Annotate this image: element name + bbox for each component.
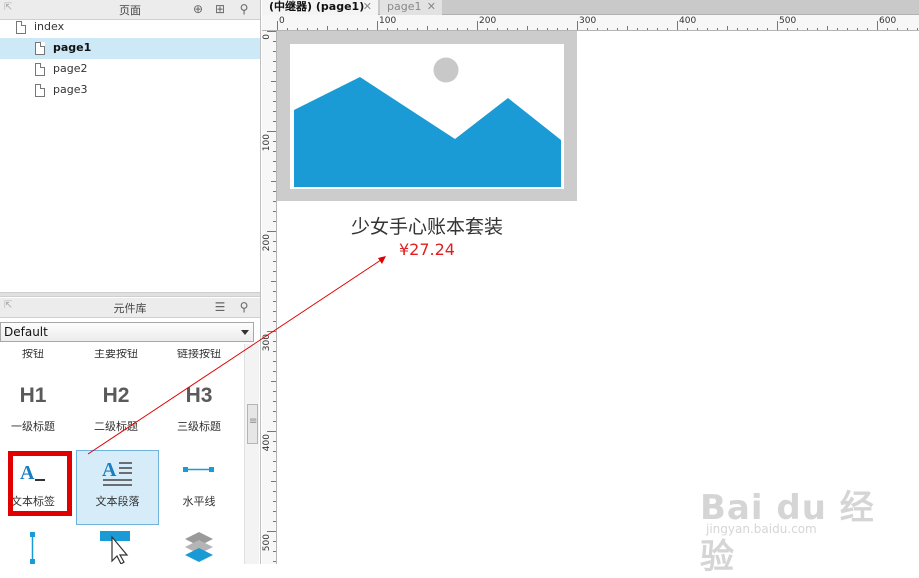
tab-label: (中继器) (page1) (269, 0, 365, 13)
widget-label: 主要按钮 (94, 349, 138, 360)
image-placeholder[interactable] (277, 31, 577, 201)
watermark-url: jingyan.baidu.com (706, 522, 817, 536)
widget-label: 一级标题 (11, 420, 55, 433)
widget-h1[interactable]: H1 一级标题 (0, 376, 74, 451)
library-panel-header: ⇱ 元件库 ☰ ⚲ (0, 298, 260, 318)
h2-icon: H2 (102, 384, 130, 407)
widget-button[interactable]: 按钮 (0, 349, 74, 363)
close-icon[interactable]: ✕ (363, 0, 372, 13)
product-title[interactable]: 少女手心账本套装 (277, 212, 577, 239)
ruler-label: 300 (262, 334, 272, 352)
search-icon[interactable]: ⚲ (236, 299, 252, 315)
widget-label: 三级标题 (177, 420, 221, 433)
widget-horizontal-line[interactable]: 水平线 (158, 451, 240, 526)
library-select-value: Default (4, 325, 48, 339)
ruler-label: 500 (262, 534, 272, 552)
widget-label: 链接按钮 (177, 349, 221, 360)
scrollbar-thumb[interactable] (247, 404, 258, 444)
layers-icon (185, 532, 213, 562)
tab-page1[interactable]: page1 ✕ (380, 0, 442, 15)
ruler-label: 500 (779, 16, 797, 26)
tree-item-label: index (34, 20, 65, 33)
library-scrollbar[interactable] (244, 344, 259, 564)
watermark: Bai du 经验 jingyan.baidu.com (700, 460, 900, 577)
ruler-label: 300 (579, 16, 597, 26)
widget-link-button[interactable]: 链接按钮 (158, 349, 240, 363)
panel-splitter[interactable] (0, 292, 260, 297)
add-folder-icon[interactable]: ⊞ (212, 1, 228, 17)
svg-text:A: A (102, 459, 117, 481)
tree-item-label: page2 (53, 62, 88, 75)
widget-h2[interactable]: H2 二级标题 (75, 376, 157, 451)
widget-dynamic-panel[interactable] (158, 526, 240, 564)
image-content (290, 44, 564, 189)
tree-item-label: page3 (53, 83, 88, 96)
widget-label: 二级标题 (94, 420, 138, 433)
page-icon (35, 63, 45, 76)
highlight-box (8, 451, 72, 516)
tree-item-label: page1 (53, 41, 92, 54)
tab-label: page1 (387, 0, 422, 13)
close-icon[interactable]: ✕ (427, 0, 436, 13)
widget-label: 文本段落 (95, 495, 140, 508)
widget-h3[interactable]: H3 三级标题 (158, 376, 240, 451)
ruler-label: 0 (279, 16, 285, 26)
ruler-label: 400 (262, 434, 272, 452)
ruler-label: 100 (262, 134, 272, 152)
text-paragraph-icon: A (102, 459, 132, 486)
chevron-down-icon (241, 330, 249, 335)
ruler-label: 200 (479, 16, 497, 26)
ruler-label: 200 (262, 234, 272, 252)
horizontal-ruler: 0 100 200 300 400 500 600 (262, 15, 919, 31)
widget-label: 水平线 (182, 495, 216, 508)
h1-icon: H1 (19, 384, 47, 407)
ruler-ticks (267, 31, 276, 562)
page-icon (16, 21, 26, 34)
tree-item-index[interactable]: index (0, 17, 260, 38)
library-select[interactable]: Default (0, 322, 254, 342)
tree-item-page3[interactable]: page3 (0, 80, 260, 101)
horizontal-line-icon (183, 467, 214, 472)
add-page-icon[interactable]: ⊕ (190, 1, 206, 17)
page-icon (35, 42, 45, 55)
vertical-ruler: 0 100 200 300 400 500 (262, 31, 277, 564)
tree-item-page1[interactable]: page1 (0, 38, 260, 59)
ruler-label: 0 (262, 34, 272, 40)
widget-label: 按钮 (22, 349, 44, 360)
tab-bar: (中继器) (page1) ✕ page1 ✕ (262, 0, 919, 15)
page-icon (35, 84, 45, 97)
left-panel: ⇱ 页面 ⊕ ⊞ ⚲ index page1 page2 page3 ⇱ 元件库… (0, 0, 261, 564)
search-icon[interactable]: ⚲ (236, 1, 252, 17)
vertical-line-icon (30, 532, 35, 564)
ruler-label: 100 (379, 16, 397, 26)
image-placeholder-icon (294, 57, 561, 187)
widget-text-paragraph[interactable]: A 文本段落 (76, 450, 159, 525)
hotspot-icon (100, 531, 130, 564)
ruler-label: 600 (879, 16, 897, 26)
ruler-label: 400 (679, 16, 697, 26)
menu-icon[interactable]: ☰ (212, 299, 228, 315)
tab-repeater-page1[interactable]: (中继器) (page1) ✕ (262, 0, 378, 15)
tree-item-page2[interactable]: page2 (0, 59, 260, 80)
widget-hotspot[interactable] (76, 526, 158, 564)
widget-vertical-line[interactable] (0, 526, 74, 564)
widget-primary-button[interactable]: 主要按钮 (75, 349, 157, 363)
h3-icon: H3 (185, 384, 213, 407)
product-price[interactable]: ¥27.24 (277, 240, 577, 259)
